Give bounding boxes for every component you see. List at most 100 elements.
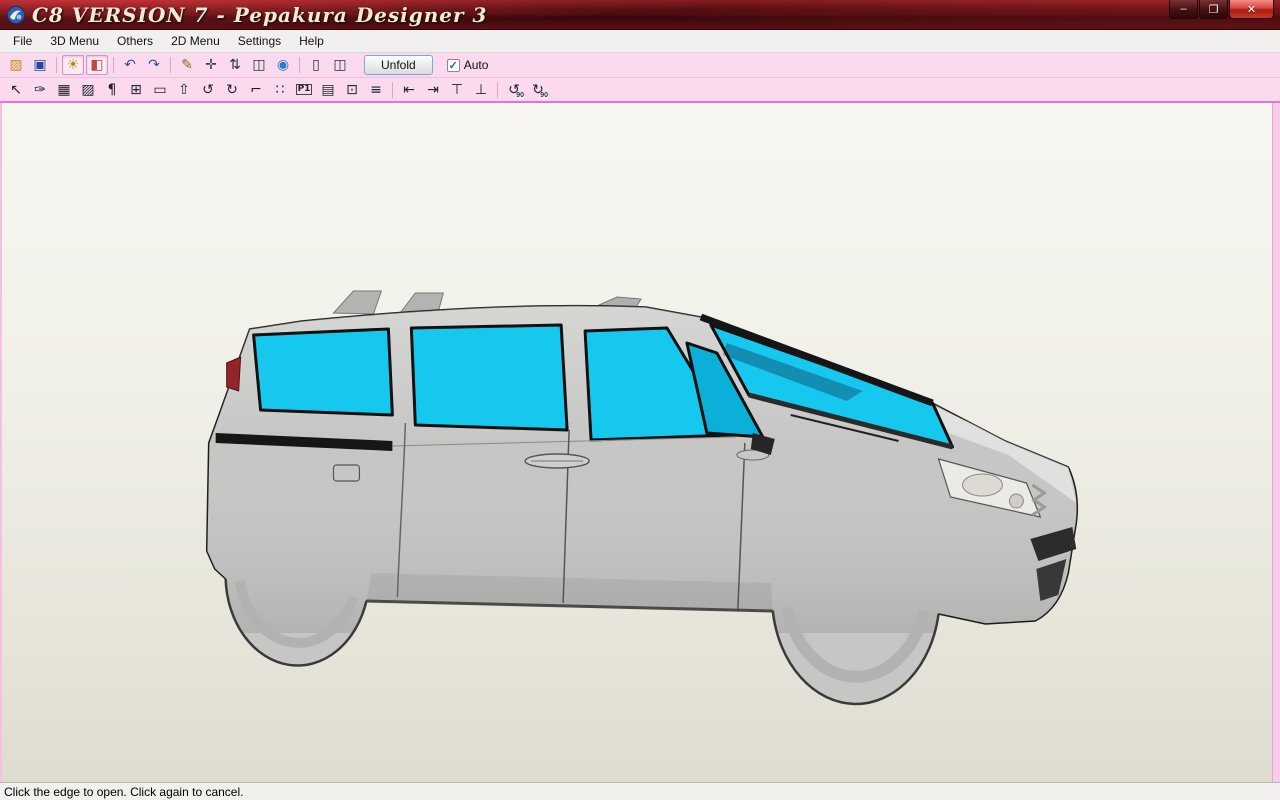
scatter-parts-icon-glyph: ∷ bbox=[276, 83, 285, 97]
title-bar: C8 VERSION 7 - Pepakura Designer 3 – ❐ ✕ bbox=[0, 0, 1280, 30]
layout-split-icon[interactable]: ◫ bbox=[329, 55, 351, 75]
toolbar-separator bbox=[113, 57, 114, 73]
headlight-bulb bbox=[1009, 494, 1023, 508]
texture-view-icon[interactable]: ◧ bbox=[86, 55, 108, 75]
label-box-icon-glyph: ▭ bbox=[153, 83, 166, 97]
redo-icon[interactable]: ↷ bbox=[143, 55, 165, 75]
rotate-90-cw-icon-label: 90 bbox=[540, 92, 548, 99]
fit-view-icon[interactable]: ◫ bbox=[248, 55, 270, 75]
menu-item-help[interactable]: Help bbox=[290, 31, 333, 51]
layout-3d-only-icon[interactable]: ▯ bbox=[305, 55, 327, 75]
align-left-icon[interactable]: ⇤ bbox=[398, 80, 420, 100]
auto-checkbox-box[interactable]: ✓ bbox=[447, 59, 460, 72]
align-left-icon-glyph: ⇤ bbox=[403, 83, 415, 97]
toolbar-separator bbox=[56, 57, 57, 73]
page-number-icon-glyph: P1 bbox=[296, 84, 313, 95]
toolbar-main-icons: ▨ ▣ ☀ ◧ ↶ ↷ ✎ ✛ ⇅ ◫ ◉ ▯ ◫ bbox=[4, 55, 352, 75]
status-text: Click the edge to open. Click again to c… bbox=[4, 785, 243, 799]
flap-tool-icon-glyph: ¶ bbox=[108, 83, 117, 97]
toolbar-2d-icons: ↖ ✑▦ ▨ ¶ ⊞ ▭ ⇧ ↺ ↻ ⌐ ∷ P1 ▤ ⊡ ≡ ⇤ ⇥ ⊤⊥ ↺90↻90 bbox=[4, 80, 550, 100]
hatch-tool-icon[interactable]: ▨ bbox=[77, 80, 99, 100]
crop-area-icon[interactable]: ⌐ bbox=[245, 80, 267, 100]
rotate-right-icon-glyph: ↻ bbox=[226, 83, 238, 97]
edit-mode-icon-glyph: ✎ bbox=[181, 58, 193, 72]
toolbar-separator bbox=[299, 57, 300, 73]
status-bar: Click the edge to open. Click again to c… bbox=[0, 782, 1280, 800]
save-file-icon[interactable]: ▣ bbox=[29, 55, 51, 75]
align-right-icon-glyph: ⇥ bbox=[427, 83, 439, 97]
toolbar-separator bbox=[170, 57, 171, 73]
unfold-button[interactable]: Unfold bbox=[364, 55, 433, 75]
app-icon bbox=[6, 5, 26, 25]
move-model-icon-glyph: ✛ bbox=[205, 58, 217, 72]
select-part-icon[interactable]: ✑ bbox=[29, 80, 51, 100]
align-top-icon[interactable]: ⊤ bbox=[446, 80, 468, 100]
page-number-icon[interactable]: P1 bbox=[293, 80, 315, 100]
rotate-90-ccw-icon-label: 90 bbox=[516, 92, 524, 99]
light-toggle-icon[interactable]: ☀ bbox=[62, 55, 84, 75]
rotate-90-cw-icon[interactable]: ↻90 bbox=[527, 80, 549, 100]
auto-checkbox[interactable]: ✓ Auto bbox=[447, 58, 489, 72]
fit-view-icon-glyph: ◫ bbox=[252, 58, 265, 72]
light-toggle-icon-glyph: ☀ bbox=[67, 58, 80, 72]
menu-bar: File3D MenuOthers2D MenuSettingsHelp bbox=[0, 30, 1280, 53]
roof-rack-1 bbox=[333, 291, 381, 314]
rotate-90-ccw-icon[interactable]: ↺90 bbox=[503, 80, 525, 100]
maximize-button[interactable]: ❐ bbox=[1199, 0, 1228, 19]
pages-icon-glyph: ⊞ bbox=[130, 83, 142, 97]
app-window: C8 VERSION 7 - Pepakura Designer 3 – ❐ ✕… bbox=[0, 0, 1280, 800]
toolbar-dock-strip bbox=[1272, 103, 1280, 782]
select-edge-icon-glyph: ↖ bbox=[10, 83, 22, 97]
middle-side-window bbox=[411, 325, 567, 430]
edit-mode-icon[interactable]: ✎ bbox=[176, 55, 198, 75]
print-icon-glyph: ≡ bbox=[370, 83, 382, 97]
layout-split-icon-glyph: ◫ bbox=[333, 58, 346, 72]
raise-part-icon[interactable]: ⇧ bbox=[173, 80, 195, 100]
arrange-layout-icon[interactable]: ▤ bbox=[317, 80, 339, 100]
minimize-button[interactable]: – bbox=[1169, 0, 1198, 19]
menu-item-others[interactable]: Others bbox=[108, 31, 162, 51]
move-model-icon[interactable]: ✛ bbox=[200, 55, 222, 75]
menu-item-2d-menu[interactable]: 2D Menu bbox=[162, 31, 229, 51]
menu-item-3d-menu[interactable]: 3D Menu bbox=[41, 31, 108, 51]
spin-view-icon-glyph: ◉ bbox=[277, 58, 289, 72]
save-file-icon-glyph: ▣ bbox=[33, 58, 46, 72]
toolbar-main: ▨ ▣ ☀ ◧ ↶ ↷ ✎ ✛ ⇅ ◫ ◉ ▯ ◫ Unfold ✓ Auto bbox=[0, 53, 1280, 78]
window-controls: – ❐ ✕ bbox=[1169, 0, 1274, 19]
label-box-icon[interactable]: ▭ bbox=[149, 80, 171, 100]
toolbar-2d: ↖ ✑▦ ▨ ¶ ⊞ ▭ ⇧ ↺ ↻ ⌐ ∷ P1 ▤ ⊡ ≡ ⇤ ⇥ ⊤⊥ ↺90↻90 bbox=[0, 78, 1280, 103]
rear-side-window bbox=[254, 329, 393, 415]
frame-icon[interactable]: ⊡ bbox=[341, 80, 363, 100]
redo-icon-glyph: ↷ bbox=[148, 58, 160, 72]
open-file-icon-glyph: ▨ bbox=[9, 58, 22, 72]
align-right-icon[interactable]: ⇥ bbox=[422, 80, 444, 100]
viewport-3d[interactable] bbox=[0, 103, 1280, 782]
rotate-view-icon[interactable]: ⇅ bbox=[224, 55, 246, 75]
hatch-tool-icon-glyph: ▨ bbox=[81, 83, 94, 97]
window-title: C8 VERSION 7 - Pepakura Designer 3 bbox=[32, 3, 487, 27]
raise-part-icon-glyph: ⇧ bbox=[178, 83, 190, 97]
rotate-right-icon[interactable]: ↻ bbox=[221, 80, 243, 100]
pages-icon[interactable]: ⊞ bbox=[125, 80, 147, 100]
flap-tool-icon[interactable]: ¶ bbox=[101, 80, 123, 100]
rotate-left-icon[interactable]: ↺ bbox=[197, 80, 219, 100]
rotate-view-icon-glyph: ⇅ bbox=[229, 58, 241, 72]
menu-item-settings[interactable]: Settings bbox=[229, 31, 290, 51]
close-button[interactable]: ✕ bbox=[1229, 0, 1274, 19]
spin-view-icon[interactable]: ◉ bbox=[272, 55, 294, 75]
select-edge-icon[interactable]: ↖ bbox=[5, 80, 27, 100]
frame-icon-glyph: ⊡ bbox=[346, 83, 358, 97]
model-canvas[interactable] bbox=[2, 103, 1280, 782]
open-file-icon[interactable]: ▨ bbox=[5, 55, 27, 75]
rear-lamp bbox=[227, 357, 241, 391]
menu-item-file[interactable]: File bbox=[4, 31, 41, 51]
rotate-left-icon-glyph: ↺ bbox=[202, 83, 214, 97]
headlight-lens bbox=[962, 474, 1002, 496]
arrange-layout-icon-glyph: ▤ bbox=[321, 83, 334, 97]
align-bottom-icon[interactable]: ⊥ bbox=[470, 80, 492, 100]
undo-icon[interactable]: ↶ bbox=[119, 55, 141, 75]
print-icon[interactable]: ≡ bbox=[365, 80, 387, 100]
stitch-tool-icon[interactable]: ▦ bbox=[53, 80, 75, 100]
auto-checkbox-label: Auto bbox=[464, 58, 489, 72]
scatter-parts-icon[interactable]: ∷ bbox=[269, 80, 291, 100]
